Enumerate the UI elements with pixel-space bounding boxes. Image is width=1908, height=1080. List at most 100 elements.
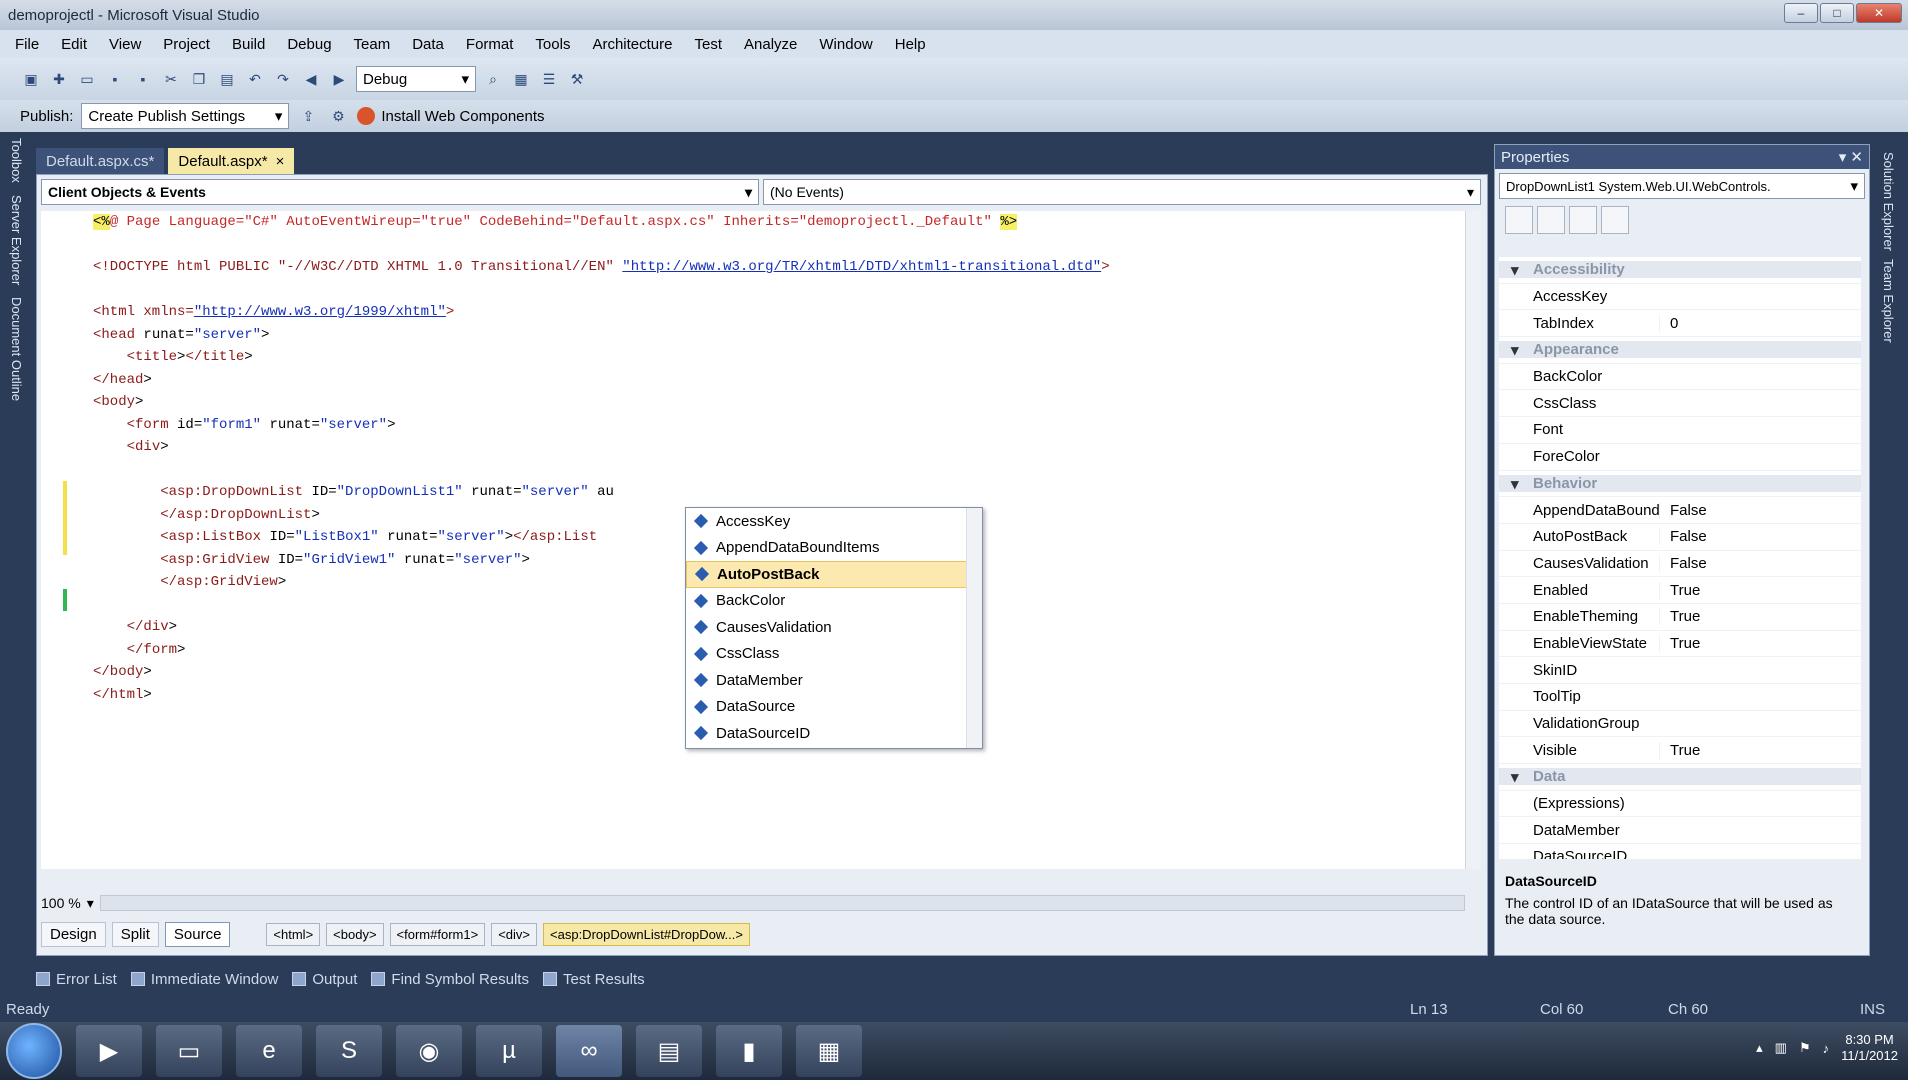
media-player-icon[interactable]: ▶ — [76, 1025, 142, 1077]
redo-icon[interactable]: ↷ — [272, 68, 294, 90]
firefox-icon[interactable]: ◉ — [396, 1025, 462, 1077]
start-debug-icon[interactable]: ▶ — [328, 68, 350, 90]
menu-item-window[interactable]: Window — [810, 33, 881, 56]
property-value[interactable]: True — [1659, 608, 1861, 626]
properties-view-icon[interactable] — [1569, 206, 1597, 234]
property-row[interactable]: Enabled True — [1499, 577, 1861, 604]
chevron-down-icon[interactable]: ▾ — [87, 895, 94, 912]
skype-icon[interactable]: S — [316, 1025, 382, 1077]
bottom-tab-output[interactable]: Output — [292, 971, 357, 988]
menu-item-architecture[interactable]: Architecture — [583, 33, 681, 56]
undo-icon[interactable]: ↶ — [244, 68, 266, 90]
property-row[interactable]: CssClass — [1499, 390, 1861, 418]
property-value[interactable]: True — [1659, 741, 1861, 759]
menu-item-view[interactable]: View — [100, 33, 150, 56]
install-web-components-button[interactable]: Install Web Components — [357, 107, 545, 125]
clock[interactable]: 8:30 PM 11/1/2012 — [1841, 1032, 1898, 1064]
property-row[interactable]: BackColor — [1499, 364, 1861, 391]
intellisense-item[interactable]: BackColor — [686, 588, 982, 615]
menu-item-help[interactable]: Help — [886, 33, 935, 56]
breadcrumb-body[interactable]: <body> — [326, 922, 384, 946]
menu-item-test[interactable]: Test — [686, 33, 732, 56]
intellisense-item[interactable]: AccessKey — [686, 508, 982, 535]
breadcrumb-div[interactable]: <div> — [491, 922, 538, 946]
maximize-button[interactable]: □ — [1820, 3, 1854, 23]
editor-horizontal-scrollbar[interactable] — [99, 895, 1465, 911]
menu-item-edit[interactable]: Edit — [52, 33, 96, 56]
alphabetical-icon[interactable] — [1537, 206, 1565, 234]
save-all-icon[interactable]: ▪ — [132, 68, 154, 90]
visual-studio-icon[interactable]: ∞ — [556, 1025, 622, 1077]
volume-icon[interactable]: ♪ — [1823, 1041, 1830, 1056]
property-row[interactable]: TabIndex 0 — [1499, 310, 1861, 338]
property-row[interactable]: EnableViewState True — [1499, 631, 1861, 658]
intellisense-item[interactable]: DataSource — [686, 694, 982, 721]
solution-config-select[interactable]: Debug ▾ — [356, 66, 476, 92]
menu-item-format[interactable]: Format — [457, 33, 523, 56]
menu-item-project[interactable]: Project — [154, 33, 219, 56]
breadcrumb-form[interactable]: <form#form1> — [389, 922, 486, 946]
property-row[interactable]: SkinID — [1499, 657, 1861, 684]
menu-item-analyze[interactable]: Analyze — [735, 33, 806, 56]
property-grid[interactable]: Accessibility AccessKey TabIndex 0 Appearanc… — [1499, 257, 1861, 859]
bottom-tab-test-results[interactable]: Test Results — [542, 971, 645, 988]
tab-default-aspx-cs[interactable]: Default.aspx.cs* — [36, 148, 165, 174]
intellisense-item[interactable]: CausesValidation — [686, 614, 982, 641]
tray-arrow-icon[interactable]: ▴ — [1756, 1040, 1763, 1056]
open-folder-icon[interactable]: ▭ — [76, 68, 98, 90]
property-category[interactable]: Appearance — [1499, 337, 1861, 364]
menu-item-team[interactable]: Team — [345, 33, 400, 56]
copy-icon[interactable]: ❐ — [188, 68, 210, 90]
menu-item-debug[interactable]: Debug — [278, 33, 340, 56]
split-view-button[interactable]: Split — [111, 921, 159, 947]
save-icon[interactable]: ▪ — [104, 68, 126, 90]
flag-icon[interactable]: ⚑ — [1799, 1040, 1811, 1056]
property-row[interactable]: Visible True — [1499, 737, 1861, 765]
menu-item-tools[interactable]: Tools — [526, 33, 579, 56]
property-row[interactable]: AutoPostBack False — [1499, 524, 1861, 551]
property-row[interactable]: (Expressions) — [1499, 791, 1861, 818]
minimize-button[interactable]: – — [1784, 3, 1818, 23]
code-editor[interactable]: <%@ Page Language="C#" AutoEventWireup="… — [41, 211, 1481, 869]
property-row[interactable]: ValidationGroup — [1499, 711, 1861, 738]
pin-icon[interactable]: ▾ ✕ — [1839, 148, 1863, 166]
tool-tab-server-explorer[interactable]: Server Explorer — [9, 189, 24, 291]
paste-icon[interactable]: ▤ — [216, 68, 238, 90]
explorer-icon[interactable]: ▭ — [156, 1025, 222, 1077]
property-value[interactable]: True — [1659, 634, 1861, 652]
events-view-icon[interactable] — [1601, 206, 1629, 234]
property-row[interactable]: EnableTheming True — [1499, 604, 1861, 631]
toolbox-icon[interactable]: ⚒ — [566, 68, 588, 90]
network-icon[interactable]: ▥ — [1775, 1040, 1787, 1056]
utorrent-icon[interactable]: µ — [476, 1025, 542, 1077]
publish-select[interactable]: Create Publish Settings ▾ — [81, 103, 290, 129]
start-button[interactable] — [6, 1023, 62, 1079]
client-objects-select[interactable]: Client Objects & Events ▾ — [41, 179, 759, 205]
breadcrumb-html[interactable]: <html> — [266, 922, 321, 946]
bottom-tab-immediate-window[interactable]: Immediate Window — [130, 971, 278, 988]
document-icon[interactable]: ▦ — [796, 1025, 862, 1077]
editor-vertical-scrollbar[interactable] — [1465, 211, 1481, 869]
property-row[interactable]: ToolTip — [1499, 684, 1861, 711]
intellisense-list[interactable]: AccessKey AppendDataBoundItems AutoPostBac… — [685, 507, 983, 749]
publish-settings-icon[interactable]: ⚙ — [327, 105, 349, 127]
categorized-icon[interactable] — [1505, 206, 1533, 234]
property-value[interactable]: False — [1659, 501, 1861, 519]
property-category[interactable]: Behavior — [1499, 471, 1861, 498]
property-category[interactable]: Accessibility — [1499, 257, 1861, 284]
property-value[interactable]: 0 — [1659, 314, 1861, 332]
property-row[interactable]: DataSourceID — [1499, 844, 1861, 859]
new-project-icon[interactable]: ▣ — [20, 68, 42, 90]
bottom-tab-find-symbol-results[interactable]: Find Symbol Results — [371, 971, 529, 988]
intellisense-item[interactable]: DataMember — [686, 667, 982, 694]
close-tab-icon[interactable]: × — [276, 153, 285, 170]
menu-item-data[interactable]: Data — [403, 33, 453, 56]
publish-icon[interactable]: ⇪ — [297, 105, 319, 127]
intellisense-item[interactable]: CssClass — [686, 641, 982, 668]
close-button[interactable]: ✕ — [1856, 3, 1902, 23]
property-row[interactable]: Font — [1499, 417, 1861, 444]
property-row[interactable]: DataMember — [1499, 817, 1861, 845]
menu-item-build[interactable]: Build — [223, 33, 274, 56]
property-row[interactable]: AppendDataBound False — [1499, 497, 1861, 524]
tool-tab-document-outline[interactable]: Document Outline — [9, 291, 24, 407]
